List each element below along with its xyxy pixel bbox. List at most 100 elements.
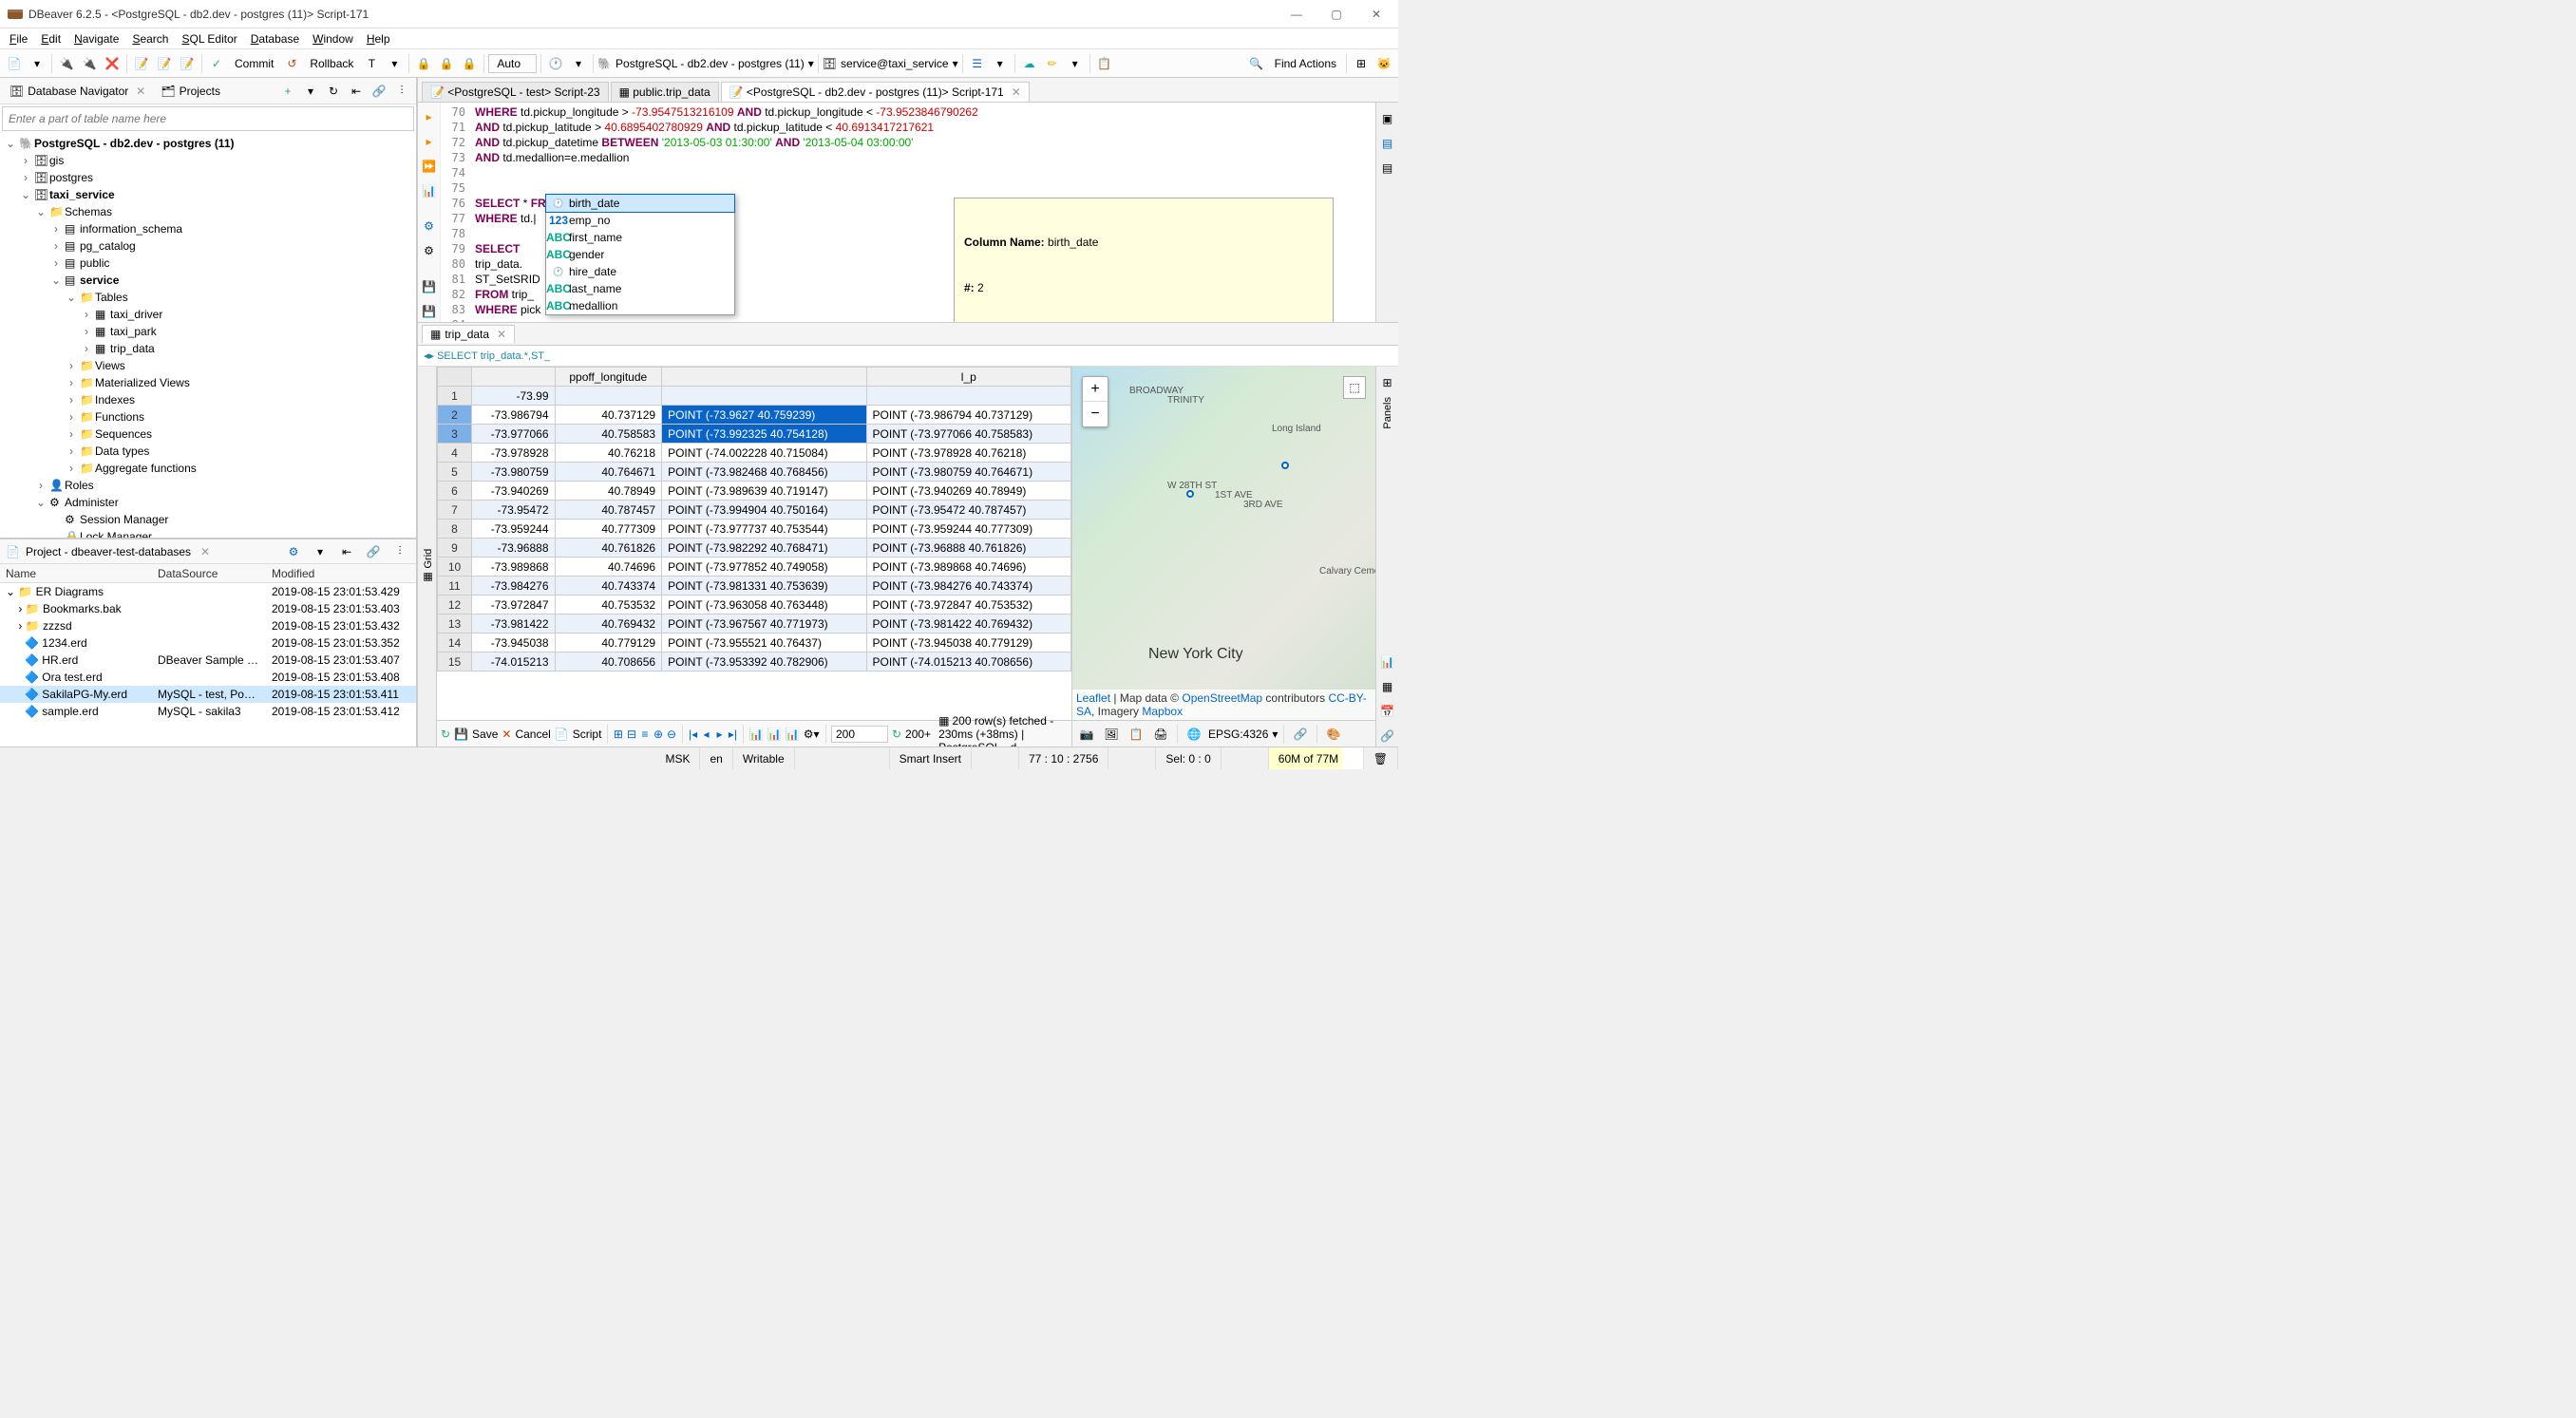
menu-edit[interactable]: Edit (35, 30, 66, 47)
dd-icon[interactable]: ▾ (1065, 53, 1086, 74)
perspective2-icon[interactable]: 🐱 (1373, 53, 1394, 74)
editor-tab[interactable]: 📝 <PostgreSQL - db2.dev - postgres (11)>… (721, 82, 1030, 102)
tree-item[interactable]: ⌄🗄 taxi_service (4, 186, 412, 203)
table-row[interactable]: 12-73.97284740.753532POINT (-73.963058 4… (438, 596, 1071, 614)
link-icon[interactable]: 🔗 (1290, 724, 1311, 745)
search-icon[interactable]: 🔍 (1246, 53, 1267, 74)
save-icon[interactable]: 💾 (454, 724, 468, 745)
minimize-button[interactable]: — (1282, 8, 1311, 21)
table-row[interactable]: 11-73.98427640.743374POINT (-73.981331 4… (438, 577, 1071, 596)
cloud-icon[interactable]: ☁ (1019, 53, 1040, 74)
edit3-icon[interactable]: ≡ (640, 724, 650, 745)
cancel-icon[interactable]: ✕ (502, 724, 511, 745)
zoom-out-button[interactable]: − (1083, 402, 1108, 426)
tab-grid[interactable]: ▦ Grid (420, 526, 436, 592)
maximize-button[interactable]: ▢ (1322, 8, 1351, 21)
link-icon[interactable]: 🔗 (363, 541, 384, 562)
recent-sql-button[interactable]: 📝 (177, 53, 198, 74)
rows-more[interactable]: 200+ (905, 728, 931, 741)
dd-icon[interactable]: ▾ (990, 53, 1011, 74)
tree-item[interactable]: ›📁 Materialized Views (4, 374, 412, 391)
autocomplete-item[interactable]: ABClast_name (546, 280, 734, 297)
auto-commit-dropdown[interactable]: Auto (488, 54, 537, 73)
tree-item[interactable]: ⌄📁 Tables (4, 289, 412, 306)
prev-icon[interactable]: ◂ (702, 724, 711, 745)
map-marker[interactable] (1281, 462, 1289, 469)
close-icon[interactable]: ✕ (497, 328, 506, 341)
tree-item[interactable]: ›▤ pg_catalog (4, 237, 412, 255)
zoom-in-button[interactable]: + (1083, 377, 1108, 402)
filter-icon[interactable]: ⫶ (391, 81, 412, 102)
autocomplete-item[interactable]: 🕐birth_date (546, 195, 734, 212)
lock3-icon[interactable]: 🔒 (459, 53, 480, 74)
edit2-icon[interactable]: ⊟ (627, 724, 636, 745)
close-icon[interactable]: ✕ (1012, 85, 1021, 99)
tree-item[interactable]: 🔒 Lock Manager (4, 528, 412, 538)
project-row[interactable]: › 📁 zzzsd2019-08-15 23:01:53.432 (0, 617, 416, 634)
print-icon[interactable]: 🖨 (1150, 724, 1171, 745)
save-button[interactable]: Save (472, 728, 498, 741)
save-icon[interactable]: 💾 (419, 276, 440, 297)
menu-sql-editor[interactable]: SQL Editor (176, 30, 242, 47)
table-row[interactable]: 6-73.94026940.78949POINT (-73.989639 40.… (438, 482, 1071, 501)
refresh-icon[interactable]: ↻ (441, 724, 450, 745)
menu-search[interactable]: Search (126, 30, 174, 47)
tree-item[interactable]: ›📁 Sequences (4, 425, 412, 443)
tree-item[interactable]: ›🗄 postgres (4, 169, 412, 186)
first-icon[interactable]: |◂ (689, 724, 698, 745)
tree-item[interactable]: ›📁 Functions (4, 408, 412, 425)
refresh-rows-icon[interactable]: ↻ (892, 724, 901, 745)
column-datasource[interactable]: DataSource (152, 567, 266, 580)
panels-icon[interactable]: ⊞ (1377, 372, 1398, 393)
table-row[interactable]: 3-73.97706640.758583POINT (-73.992325 40… (438, 425, 1071, 444)
panel1-icon[interactable]: 📊 (1377, 652, 1398, 672)
autocomplete-item[interactable]: ABCfirst_name (546, 229, 734, 246)
close-icon[interactable]: ✕ (200, 545, 210, 558)
sql-editor-button[interactable]: 📝 (131, 53, 152, 74)
panel4-icon[interactable]: 🔗 (1377, 726, 1398, 747)
table-row[interactable]: 2-73.98679440.737129POINT (-73.9627 40.7… (438, 406, 1071, 425)
highlight-icon[interactable]: ✏ (1042, 53, 1063, 74)
cancel-button[interactable]: Cancel (515, 728, 550, 741)
menu-icon[interactable]: ⫶ (389, 541, 410, 562)
gear-icon[interactable]: ⚙ (419, 217, 440, 237)
column-modified[interactable]: Modified (266, 567, 416, 580)
editor-tab[interactable]: ▦ public.trip_data (611, 82, 719, 102)
edit4-icon[interactable]: ⊕ (653, 724, 663, 745)
chevron-down-icon[interactable]: ▾ (808, 57, 814, 70)
find-actions[interactable]: Find Actions (1269, 57, 1342, 70)
chevron-down-icon[interactable]: ▾ (953, 57, 958, 70)
table-row[interactable]: 15-74.01521340.708656POINT (-73.953392 4… (438, 652, 1071, 671)
tree-item[interactable]: ›📁 Views (4, 357, 412, 374)
tree-item[interactable]: ⌄📁 Schemas (4, 203, 412, 220)
dd-icon[interactable]: ▾ (310, 541, 331, 562)
collapse-icon[interactable]: ⇤ (346, 81, 367, 102)
close-button[interactable]: ✕ (1362, 8, 1391, 21)
autocomplete-popup[interactable]: 🕐birth_date123emp_noABCfirst_nameABCgend… (545, 194, 735, 315)
lock2-icon[interactable]: 🔒 (436, 53, 457, 74)
tree-item[interactable]: ⌄🐘 PostgreSQL - db2.dev - postgres (11) (4, 135, 412, 152)
editor-tab[interactable]: 📝 <PostgreSQL - test> Script-23 (422, 82, 609, 102)
explain-icon[interactable]: 📊 (419, 180, 440, 201)
table-row[interactable]: 1-73.99 (438, 387, 1071, 406)
edit5-icon[interactable]: ⊖ (667, 724, 676, 745)
trash-icon[interactable]: 🗑 (1364, 747, 1398, 769)
rollback-button[interactable]: Rollback (304, 57, 359, 70)
history-icon[interactable]: 🕐 (545, 53, 566, 74)
commit-button[interactable]: Commit (229, 57, 279, 70)
table-row[interactable]: 5-73.98075940.764671POINT (-73.982468 40… (438, 463, 1071, 482)
column-name[interactable]: Name (0, 567, 152, 580)
max-icon[interactable]: ▣ (1377, 108, 1398, 129)
last-icon[interactable]: ▸| (728, 724, 737, 745)
execute-script-icon[interactable]: ⏩ (419, 156, 440, 177)
map[interactable]: + − BROADWAY TRINITY W 28TH ST 1ST AVE 3… (1072, 367, 1375, 720)
tool3-icon[interactable]: 📊 (786, 724, 800, 745)
table-row[interactable]: 8-73.95924440.777309POINT (-73.977737 40… (438, 520, 1071, 539)
perspective-icon[interactable]: ⊞ (1351, 53, 1372, 74)
connect-button[interactable]: 🔌 (56, 53, 77, 74)
layers-icon[interactable]: ⬚ (1343, 376, 1366, 399)
row-limit-input[interactable] (831, 726, 888, 743)
rollback-icon[interactable]: ↺ (281, 53, 302, 74)
tree-item[interactable]: ›▤ public (4, 255, 412, 272)
gear-icon[interactable]: ⚙ (283, 541, 304, 562)
